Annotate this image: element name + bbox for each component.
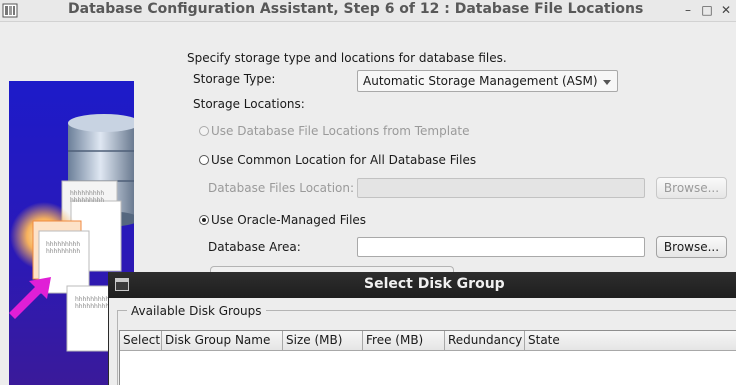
intro-text: Specify storage type and locations for d… <box>187 51 507 65</box>
window-icon <box>115 278 129 291</box>
document-lines: hhhhhhhhh hhhhhhhhh <box>75 296 109 310</box>
doc-line: hhhhhhhhh <box>70 197 105 204</box>
maximize-button[interactable]: □ <box>699 2 715 18</box>
available-disk-groups-label: Available Disk Groups <box>127 304 266 318</box>
chevron-down-icon <box>603 80 611 85</box>
select-disk-group-dialog[interactable]: Select Disk Group Available Disk Groups … <box>108 272 736 385</box>
common-location-label: Use Common Location for All Database Fil… <box>211 153 477 167</box>
table-header: Select Disk Group Name Size (MB) Free (M… <box>120 331 736 351</box>
common-location-radio[interactable] <box>199 155 209 165</box>
files-location-label: Database Files Location: <box>208 181 355 195</box>
document-lines: hhhhhhhhh hhhhhhhhh <box>70 190 104 204</box>
column-header-free[interactable]: Free (MB) <box>363 331 445 351</box>
browse-files-button[interactable]: Browse... <box>656 177 727 199</box>
doc-line: hhhhhhhhh <box>75 303 110 310</box>
template-locations-label: Use Database File Locations from Templat… <box>211 124 470 138</box>
files-location-field[interactable] <box>357 178 645 198</box>
disk-group-table[interactable]: Select Disk Group Name Size (MB) Free (M… <box>119 330 736 385</box>
column-header-select[interactable]: Select <box>120 331 162 351</box>
column-header-redundancy[interactable]: Redundancy <box>445 331 525 351</box>
window-titlebar[interactable]: Database Configuration Assistant, Step 6… <box>0 0 736 22</box>
dialog-titlebar[interactable]: Select Disk Group <box>109 272 736 298</box>
dialog-title: Select Disk Group <box>364 276 505 292</box>
doc-line: hhhhhhhhh <box>70 190 105 197</box>
window-title: Database Configuration Assistant, Step 6… <box>68 1 644 17</box>
column-header-disk-group-name[interactable]: Disk Group Name <box>162 331 283 351</box>
close-button[interactable]: ✕ <box>718 2 734 18</box>
storage-type-label: Storage Type: <box>193 72 276 86</box>
database-area-label: Database Area: <box>208 240 301 254</box>
storage-type-value: Automatic Storage Management (ASM) <box>363 74 598 88</box>
doc-line: hhhhhhhhh <box>75 296 110 303</box>
template-locations-radio[interactable] <box>199 126 209 136</box>
document-lines: hhhhhhhhh hhhhhhhhh <box>46 241 80 255</box>
oracle-managed-files-label: Use Oracle-Managed Files <box>211 213 367 227</box>
column-header-size[interactable]: Size (MB) <box>283 331 363 351</box>
storage-type-select[interactable]: Automatic Storage Management (ASM) <box>357 70 618 92</box>
oracle-managed-files-radio[interactable] <box>199 215 209 225</box>
column-header-state[interactable]: State <box>525 331 736 351</box>
minimize-button[interactable]: – <box>680 2 696 18</box>
browse-area-button[interactable]: Browse... <box>656 236 727 258</box>
database-area-field[interactable] <box>357 237 645 257</box>
doc-line: hhhhhhhhh <box>46 248 81 255</box>
doc-line: hhhhhhhhh <box>46 241 81 248</box>
database-app-icon <box>2 3 18 18</box>
storage-locations-label: Storage Locations: <box>193 97 305 111</box>
